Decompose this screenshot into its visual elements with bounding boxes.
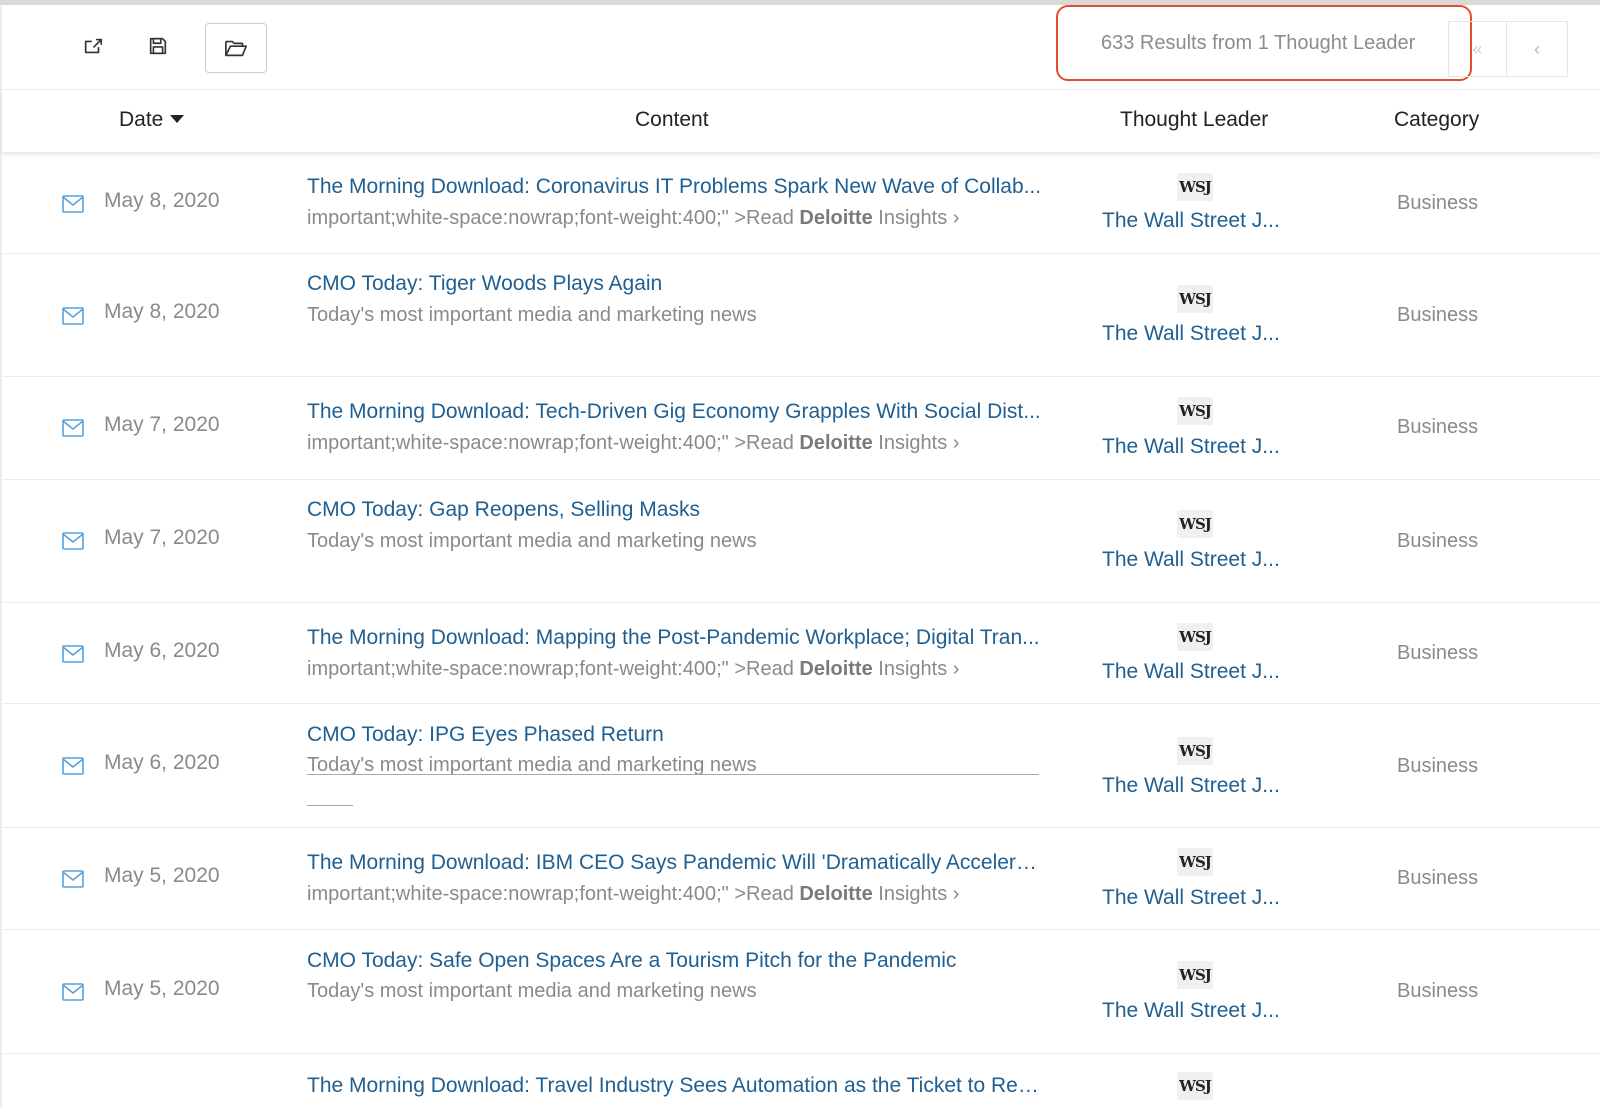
sort-descending-icon [170, 115, 185, 123]
thought-leader-link[interactable]: The Wall Street J... [1102, 548, 1292, 572]
share-icon[interactable] [80, 33, 106, 59]
pager-first-button[interactable]: « [1448, 21, 1506, 77]
envelope-icon[interactable] [62, 645, 84, 663]
publisher-logo: WSJ [1177, 623, 1213, 651]
publisher-logo: WSJ [1177, 848, 1213, 876]
pager-prev-button[interactable]: ‹ [1506, 21, 1568, 77]
row-category: Business [1397, 980, 1479, 1002]
floppy-disk-icon[interactable] [145, 33, 171, 59]
row-summary: important;white-space:nowrap;font-weight… [307, 658, 960, 680]
chevron-left-icon: ‹ [1534, 38, 1540, 59]
table-row[interactable]: May 6, 2020 The Morning Download: Mappin… [2, 603, 1600, 704]
row-category: Business [1397, 755, 1479, 777]
row-title-link[interactable]: The Morning Download: Tech-Driven Gig Ec… [307, 400, 1042, 424]
row-summary: important;white-space:nowrap;font-weight… [307, 207, 960, 229]
thought-leader-link[interactable]: The Wall Street J... [1102, 886, 1292, 910]
row-summary: important;white-space:nowrap;font-weight… [307, 432, 960, 454]
table-row[interactable]: May 7, 2020 The Morning Download: Tech-D… [2, 377, 1600, 480]
results-summary: 633 Results from 1 Thought Leader [1056, 5, 1472, 81]
text-underline [307, 774, 1039, 775]
folder-open-icon [225, 40, 247, 57]
thought-leader-link[interactable]: The Wall Street J... [1102, 660, 1292, 684]
column-header-category: Category [1394, 108, 1480, 131]
table-row[interactable]: May 5, 2020 The Morning Download: IBM CE… [2, 828, 1600, 930]
row-date: May 8, 2020 [104, 300, 220, 323]
row-title-link[interactable]: The Morning Download: Travel Industry Se… [307, 1074, 1042, 1098]
publisher-logo: WSJ [1177, 510, 1213, 538]
results-summary-text: 633 Results from 1 Thought Leader [1101, 31, 1416, 54]
text-underline [307, 805, 353, 806]
row-date: May 7, 2020 [104, 526, 220, 549]
column-header-thought-leader: Thought Leader [1120, 108, 1269, 131]
envelope-icon[interactable] [62, 419, 84, 437]
row-date: May 6, 2020 [104, 639, 220, 662]
publisher-logo: WSJ [1177, 173, 1213, 201]
table-row[interactable]: The Morning Download: Travel Industry Se… [2, 1054, 1600, 1114]
row-date: May 5, 2020 [104, 864, 220, 887]
row-date: May 6, 2020 [104, 751, 220, 774]
thought-leader-link[interactable]: The Wall Street J... [1102, 435, 1292, 459]
row-category: Business [1397, 304, 1479, 326]
envelope-icon[interactable] [62, 532, 84, 550]
thought-leader-link[interactable]: The Wall Street J... [1102, 322, 1292, 346]
thought-leader-link[interactable]: The Wall Street J... [1102, 774, 1292, 798]
table-header: Date Content Thought Leader Category [2, 90, 1600, 153]
envelope-icon[interactable] [62, 870, 84, 888]
row-title-link[interactable]: The Morning Download: IBM CEO Says Pande… [307, 851, 1042, 875]
column-header-content: Content [635, 108, 709, 131]
envelope-icon[interactable] [62, 757, 84, 775]
row-summary: Today's most important media and marketi… [307, 304, 757, 326]
row-title-link[interactable]: The Morning Download: Mapping the Post-P… [307, 626, 1042, 650]
row-title-link[interactable]: CMO Today: Safe Open Spaces Are a Touris… [307, 949, 1042, 973]
envelope-icon[interactable] [62, 307, 84, 325]
publisher-logo: WSJ [1177, 397, 1213, 425]
row-category: Business [1397, 867, 1479, 889]
row-title-link[interactable]: CMO Today: Gap Reopens, Selling Masks [307, 498, 1042, 522]
table-row[interactable]: May 8, 2020 CMO Today: Tiger Woods Plays… [2, 254, 1600, 377]
row-title-link[interactable]: CMO Today: Tiger Woods Plays Again [307, 272, 1042, 296]
envelope-icon[interactable] [62, 195, 84, 213]
row-date: May 8, 2020 [104, 189, 220, 212]
row-date: May 5, 2020 [104, 977, 220, 1000]
row-summary: Today's most important media and marketi… [307, 530, 757, 552]
row-title-link[interactable]: CMO Today: IPG Eyes Phased Return [307, 723, 1042, 747]
publisher-logo: WSJ [1177, 1072, 1213, 1100]
table-row[interactable]: May 6, 2020 CMO Today: IPG Eyes Phased R… [2, 704, 1600, 828]
table-row[interactable]: May 5, 2020 CMO Today: Safe Open Spaces … [2, 930, 1600, 1054]
table-row[interactable]: May 7, 2020 CMO Today: Gap Reopens, Sell… [2, 480, 1600, 603]
toolbar: 633 Results from 1 Thought Leader « ‹ [2, 5, 1600, 90]
thought-leader-link[interactable]: The Wall Street J... [1102, 209, 1292, 233]
open-folder-button[interactable] [205, 23, 267, 73]
publisher-logo: WSJ [1177, 737, 1213, 765]
row-category: Business [1397, 416, 1479, 438]
row-category: Business [1397, 192, 1479, 214]
table-row[interactable]: May 8, 2020 The Morning Download: Corona… [2, 153, 1600, 254]
column-header-date[interactable]: Date [119, 108, 185, 132]
row-summary: Today's most important media and marketi… [307, 980, 757, 1002]
row-summary: important;white-space:nowrap;font-weight… [307, 883, 960, 905]
publisher-logo: WSJ [1177, 961, 1213, 989]
row-title-link[interactable]: The Morning Download: Coronavirus IT Pro… [307, 175, 1042, 199]
envelope-icon[interactable] [62, 983, 84, 1001]
row-category: Business [1397, 642, 1479, 664]
thought-leader-link[interactable]: The Wall Street J... [1102, 999, 1292, 1023]
publisher-logo: WSJ [1177, 285, 1213, 313]
row-category: Business [1397, 530, 1479, 552]
row-date: May 7, 2020 [104, 413, 220, 436]
chevron-double-left-icon: « [1472, 38, 1483, 59]
